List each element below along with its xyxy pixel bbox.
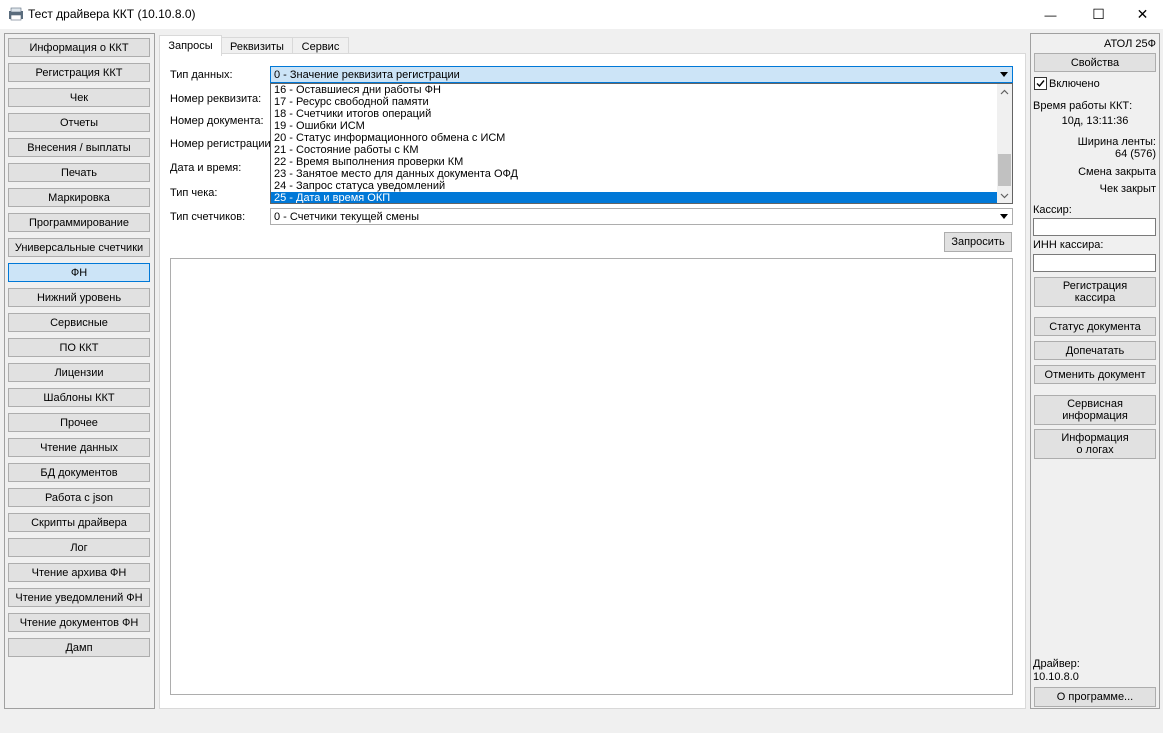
register-cashier-button[interactable]: Регистрация кассира [1034, 277, 1156, 307]
sidebar-item[interactable]: Дамп [8, 638, 150, 657]
checkmark-icon [1036, 80, 1045, 88]
data-type-value: 0 - Значение реквизита регистрации [274, 68, 460, 81]
sidebar-item[interactable]: Шаблоны ККТ [8, 388, 150, 407]
sidebar-item[interactable]: Программирование [8, 213, 150, 232]
scroll-thumb[interactable] [998, 154, 1011, 186]
window-title: Тест драйвера ККТ (10.10.8.0) [28, 7, 196, 21]
about-button[interactable]: О программе... [1034, 687, 1156, 707]
dropdown-option[interactable]: 25 - Дата и время ОКП [271, 192, 998, 203]
sidebar-item[interactable]: Чек [8, 88, 150, 107]
cashier-inn-input[interactable] [1033, 254, 1156, 272]
scroll-up-button[interactable] [997, 84, 1012, 99]
receipt-type-label: Тип чека: [170, 187, 218, 199]
data-type-select[interactable]: 0 - Значение реквизита регистрации [270, 66, 1013, 83]
counters-type-value: 0 - Счетчики текущей смены [274, 210, 419, 223]
cashier-label: Кассир: [1033, 204, 1072, 216]
driver-label: Драйвер: [1033, 658, 1080, 670]
service-info-button[interactable]: Сервисная информация [1034, 395, 1156, 425]
maximize-button[interactable]: ☐ [1076, 0, 1121, 29]
sidebar-item[interactable]: Лог [8, 538, 150, 557]
device-name: АТОЛ 25Ф [1103, 38, 1156, 50]
sidebar-item[interactable]: Скрипты драйвера [8, 513, 150, 532]
dropdown-option[interactable]: 16 - Оставшиеся дни работы ФН [271, 84, 998, 96]
sidebar-item[interactable]: Лицензии [8, 363, 150, 382]
dropdown-option[interactable]: 19 - Ошибки ИСМ [271, 120, 998, 132]
service-info-line1: Сервисная [1067, 398, 1123, 410]
register-cashier-line1: Регистрация [1062, 280, 1128, 292]
tab-requests[interactable]: Запросы [159, 35, 222, 56]
sidebar-item[interactable]: Печать [8, 163, 150, 182]
sidebar-item[interactable]: БД документов [8, 463, 150, 482]
cancel-document-button[interactable]: Отменить документ [1034, 365, 1156, 384]
title-bar: Тест драйвера ККТ (10.10.8.0) — ☐ ✕ [0, 0, 1163, 29]
data-type-label: Тип данных: [170, 69, 233, 81]
dropdown-option[interactable]: 24 - Запрос статуса уведомлений [271, 180, 998, 192]
dropdown-option[interactable]: 20 - Статус информационного обмена с ИСМ [271, 132, 998, 144]
datetime-label: Дата и время: [170, 162, 242, 174]
chevron-up-icon [1000, 89, 1009, 94]
dropdown-option[interactable]: 18 - Счетчики итогов операций [271, 108, 998, 120]
chevron-down-icon [1000, 214, 1008, 219]
counters-type-select[interactable]: 0 - Счетчики текущей смены [270, 208, 1013, 225]
app-icon [9, 7, 23, 21]
counters-type-label: Тип счетчиков: [170, 211, 246, 223]
minimize-button[interactable]: — [1028, 0, 1073, 29]
sidebar-item[interactable]: Внесения / выплаты [8, 138, 150, 157]
minimize-icon: — [1044, 7, 1057, 22]
driver-version: 10.10.8.0 [1033, 671, 1079, 683]
sidebar-item[interactable]: Информация о ККТ [8, 38, 150, 57]
sidebar-item[interactable]: ФН [8, 263, 150, 282]
shift-status: Смена закрыта [1078, 166, 1156, 178]
sidebar-item[interactable]: Регистрация ККТ [8, 63, 150, 82]
sidebar-item[interactable]: Чтение документов ФН [8, 613, 150, 632]
requisite-number-label: Номер реквизита: [170, 93, 262, 105]
sidebar-item[interactable]: Сервисные [8, 313, 150, 332]
uptime-value: 10д, 13:11:36 [1061, 115, 1129, 127]
close-icon: ✕ [1136, 6, 1149, 22]
document-status-button[interactable]: Статус документа [1034, 317, 1156, 336]
sidebar-item[interactable]: Чтение уведомлений ФН [8, 588, 150, 607]
tape-width-value: 64 (576) [1115, 148, 1156, 160]
dropdown-scrollbar[interactable] [997, 84, 1012, 203]
output-area[interactable] [170, 258, 1013, 695]
cashier-input[interactable] [1033, 218, 1156, 236]
sidebar-item[interactable]: Универсальные счетчики [8, 238, 150, 257]
receipt-status: Чек закрыт [1099, 183, 1156, 195]
sidebar-item[interactable]: Отчеты [8, 113, 150, 132]
sidebar-item[interactable]: Работа с json [8, 488, 150, 507]
tape-width-label: Ширина ленты: [1077, 136, 1156, 148]
scroll-down-button[interactable] [997, 188, 1012, 203]
cashier-inn-label: ИНН кассира: [1033, 239, 1104, 251]
sidebar-item[interactable]: ПО ККТ [8, 338, 150, 357]
sidebar-item[interactable]: Маркировка [8, 188, 150, 207]
properties-button[interactable]: Свойства [1034, 53, 1156, 72]
uptime-label: Время работы ККТ: [1033, 100, 1133, 112]
sidebar-item[interactable]: Прочее [8, 413, 150, 432]
logs-info-line1: Информация [1061, 432, 1129, 444]
sidebar-item[interactable]: Чтение данных [8, 438, 150, 457]
chevron-down-icon [1000, 193, 1009, 198]
document-number-label: Номер документа: [170, 115, 264, 127]
service-info-line2: информация [1062, 410, 1128, 422]
logs-info-button[interactable]: Информация о логах [1034, 429, 1156, 459]
dropdown-option[interactable]: 23 - Занятое место для данных документа … [271, 168, 998, 180]
sidebar-item[interactable]: Чтение архива ФН [8, 563, 150, 582]
logs-info-line2: о логах [1076, 444, 1114, 456]
close-button[interactable]: ✕ [1120, 0, 1163, 29]
registration-number-label: Номер регистрации: [170, 138, 274, 150]
dropdown-option[interactable]: 17 - Ресурс свободной памяти [271, 96, 998, 108]
sidebar-item[interactable]: Нижний уровень [8, 288, 150, 307]
enabled-checkbox[interactable] [1034, 77, 1047, 90]
register-cashier-line2: кассира [1074, 292, 1116, 304]
data-type-dropdown-list: 16 - Оставшиеся дни работы ФН 17 - Ресурс… [270, 83, 1013, 204]
enabled-label: Включено [1049, 78, 1100, 90]
reprint-button[interactable]: Допечатать [1034, 341, 1156, 360]
maximize-icon: ☐ [1092, 6, 1105, 22]
request-button[interactable]: Запросить [944, 232, 1012, 252]
dropdown-option[interactable]: 21 - Состояние работы с КМ [271, 144, 998, 156]
chevron-down-icon [1000, 72, 1008, 77]
dropdown-option[interactable]: 22 - Время выполнения проверки КМ [271, 156, 998, 168]
